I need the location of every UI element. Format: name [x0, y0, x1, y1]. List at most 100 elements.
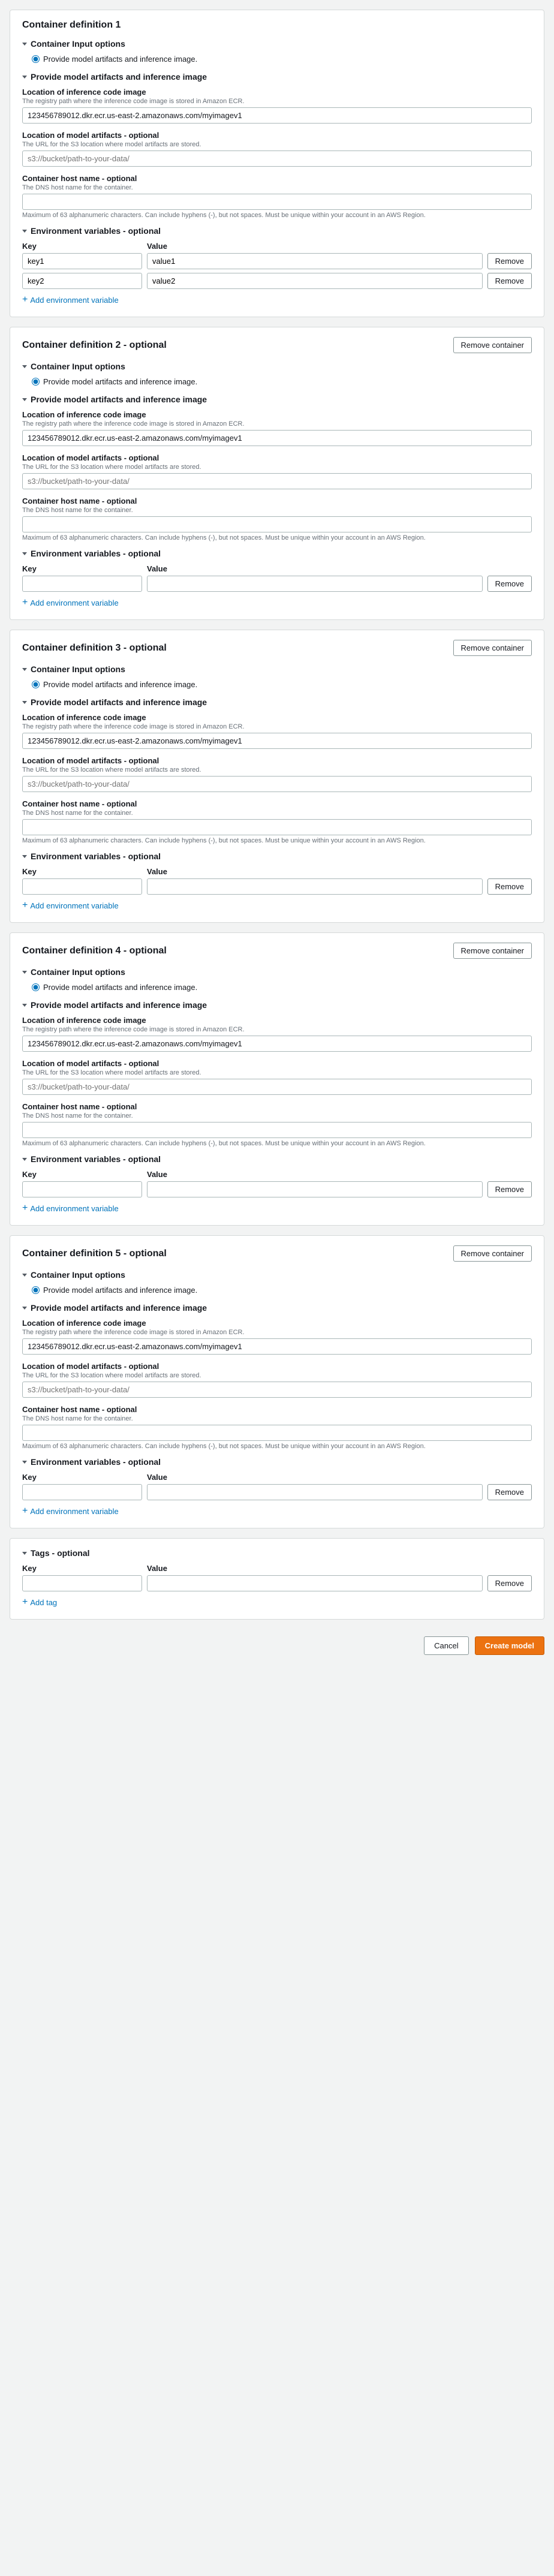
- container-hostname-label-5: Container host name - optional: [22, 1405, 532, 1414]
- radio-option-1[interactable]: Provide model artifacts and inference im…: [32, 55, 532, 64]
- add-env-var-link-3[interactable]: + Add environment variable: [22, 901, 119, 910]
- inference-code-image-input-2[interactable]: [22, 430, 532, 446]
- container-hostname-input-4[interactable]: [22, 1122, 532, 1138]
- radio-artifacts-inference-5[interactable]: [32, 1286, 40, 1294]
- tags-toggle[interactable]: Tags - optional: [22, 1548, 532, 1558]
- artifacts-section-toggle-1[interactable]: Provide model artifacts and inference im…: [22, 72, 532, 82]
- radio-option-3[interactable]: Provide model artifacts and inference im…: [32, 680, 532, 689]
- env-var-key-1-1[interactable]: [22, 273, 142, 289]
- inference-code-image-label-2: Location of inference code image: [22, 410, 532, 419]
- env-var-key-3-empty[interactable]: [22, 878, 142, 895]
- env-vars-toggle-3[interactable]: Environment variables - optional: [22, 851, 532, 861]
- container-hostname-input-2[interactable]: [22, 516, 532, 532]
- env-var-value-2-empty[interactable]: [147, 576, 483, 592]
- artifacts-section-toggle-2[interactable]: Provide model artifacts and inference im…: [22, 395, 532, 404]
- tag-value-input[interactable]: [147, 1575, 483, 1591]
- create-model-button[interactable]: Create model: [475, 1636, 544, 1655]
- remove-tag-button[interactable]: Remove: [487, 1575, 532, 1591]
- radio-option-4[interactable]: Provide model artifacts and inference im…: [32, 983, 532, 992]
- model-artifacts-input-3[interactable]: [22, 776, 532, 792]
- model-artifacts-hint-5: The URL for the S3 location where model …: [22, 1372, 532, 1379]
- remove-container-button-5[interactable]: Remove container: [453, 1245, 532, 1262]
- env-key-col-header-5: Key: [22, 1473, 142, 1482]
- artifacts-section-toggle-3[interactable]: Provide model artifacts and inference im…: [22, 697, 532, 707]
- container-def-4-header: Container definition 4 - optional Remove…: [22, 943, 532, 959]
- remove-env-var-1-0[interactable]: Remove: [487, 253, 532, 269]
- model-artifacts-label-2: Location of model artifacts - optional: [22, 453, 532, 462]
- env-vars-arrow-5: [22, 1461, 27, 1464]
- add-env-var-link-4[interactable]: + Add environment variable: [22, 1203, 119, 1213]
- model-artifacts-input-1[interactable]: [22, 151, 532, 167]
- container-input-options-toggle-2[interactable]: Container Input options: [22, 362, 532, 371]
- cancel-button[interactable]: Cancel: [424, 1636, 468, 1655]
- container-hostname-hint-2: The DNS host name for the container.: [22, 507, 532, 514]
- radio-artifacts-inference-2[interactable]: [32, 378, 40, 386]
- model-artifacts-field-4: Location of model artifacts - optional T…: [22, 1059, 532, 1095]
- env-vars-toggle-1[interactable]: Environment variables - optional: [22, 226, 532, 236]
- env-var-header-3: Key Value: [22, 867, 532, 876]
- env-vars-content-3: Key Value Remove + Add environment varia…: [22, 867, 532, 910]
- env-vars-content-1: Key Value Remove Remove + Add environmen…: [22, 242, 532, 305]
- remove-env-var-4-empty[interactable]: Remove: [487, 1181, 532, 1197]
- remove-env-var-5-empty[interactable]: Remove: [487, 1484, 532, 1500]
- model-artifacts-input-5[interactable]: [22, 1382, 532, 1398]
- radio-artifacts-inference-4[interactable]: [32, 983, 40, 991]
- inference-code-image-input-3[interactable]: [22, 733, 532, 749]
- model-artifacts-input-2[interactable]: [22, 473, 532, 489]
- container-hostname-hint-5: The DNS host name for the container.: [22, 1415, 532, 1422]
- container-hostname-input-1[interactable]: [22, 194, 532, 210]
- env-var-key-1-0[interactable]: [22, 253, 142, 269]
- radio-option-5[interactable]: Provide model artifacts and inference im…: [32, 1286, 532, 1295]
- artifacts-content-4: Location of inference code image The reg…: [22, 1016, 532, 1147]
- tag-key-input[interactable]: [22, 1575, 142, 1591]
- env-var-value-3-empty[interactable]: [147, 878, 483, 895]
- env-var-value-5-empty[interactable]: [147, 1484, 483, 1500]
- container-input-options-toggle-3[interactable]: Container Input options: [22, 664, 532, 674]
- model-artifacts-field-5: Location of model artifacts - optional T…: [22, 1362, 532, 1398]
- inference-code-image-input-1[interactable]: [22, 107, 532, 124]
- env-vars-toggle-2[interactable]: Environment variables - optional: [22, 549, 532, 558]
- empty-env-row-4: Remove: [22, 1181, 532, 1197]
- container-hostname-input-3[interactable]: [22, 819, 532, 835]
- remove-container-button-4[interactable]: Remove container: [453, 943, 532, 959]
- remove-env-var-1-1[interactable]: Remove: [487, 273, 532, 289]
- inference-code-image-input-5[interactable]: [22, 1338, 532, 1355]
- env-vars-arrow-1: [22, 230, 27, 233]
- radio-artifacts-inference-3[interactable]: [32, 681, 40, 688]
- artifacts-section-toggle-4[interactable]: Provide model artifacts and inference im…: [22, 1000, 532, 1010]
- radio-option-2[interactable]: Provide model artifacts and inference im…: [32, 377, 532, 386]
- container-input-options-content-5: Provide model artifacts and inference im…: [22, 1286, 532, 1295]
- container-input-options-toggle-1[interactable]: Container Input options: [22, 39, 532, 49]
- env-var-value-1-1[interactable]: [147, 273, 483, 289]
- container-input-options-toggle-4[interactable]: Container Input options: [22, 967, 532, 977]
- model-artifacts-label-1: Location of model artifacts - optional: [22, 131, 532, 140]
- container-input-options-toggle-5[interactable]: Container Input options: [22, 1270, 532, 1280]
- add-env-var-link-5[interactable]: + Add environment variable: [22, 1506, 119, 1516]
- artifacts-section-toggle-5[interactable]: Provide model artifacts and inference im…: [22, 1303, 532, 1313]
- empty-env-row-2: Remove: [22, 576, 532, 592]
- remove-env-var-3-empty[interactable]: Remove: [487, 878, 532, 895]
- remove-container-button-3[interactable]: Remove container: [453, 640, 532, 656]
- tags-section-title: Tags - optional: [31, 1548, 90, 1558]
- env-vars-toggle-5[interactable]: Environment variables - optional: [22, 1457, 532, 1467]
- add-tag-link[interactable]: + Add tag: [22, 1597, 57, 1607]
- env-vars-label-3: Environment variables - optional: [31, 851, 161, 861]
- inference-code-image-input-4[interactable]: [22, 1036, 532, 1052]
- env-var-value-4-empty[interactable]: [147, 1181, 483, 1197]
- env-var-key-4-empty[interactable]: [22, 1181, 142, 1197]
- add-env-var-link-2[interactable]: + Add environment variable: [22, 598, 119, 607]
- env-var-key-5-empty[interactable]: [22, 1484, 142, 1500]
- artifacts-toggle-arrow-3: [22, 701, 27, 704]
- env-vars-toggle-4[interactable]: Environment variables - optional: [22, 1154, 532, 1164]
- container-hostname-hint-1: The DNS host name for the container.: [22, 184, 532, 191]
- radio-artifacts-inference-1[interactable]: [32, 55, 40, 63]
- container-definition-2: Container definition 2 - optional Remove…: [10, 327, 544, 620]
- remove-env-var-2-empty[interactable]: Remove: [487, 576, 532, 592]
- container-hostname-input-5[interactable]: [22, 1425, 532, 1441]
- container-def-4-title: Container definition 4 - optional: [22, 946, 167, 956]
- remove-container-button-2[interactable]: Remove container: [453, 337, 532, 353]
- model-artifacts-input-4[interactable]: [22, 1079, 532, 1095]
- env-var-key-2-empty[interactable]: [22, 576, 142, 592]
- add-env-var-link-1[interactable]: + Add environment variable: [22, 295, 119, 305]
- env-var-value-1-0[interactable]: [147, 253, 483, 269]
